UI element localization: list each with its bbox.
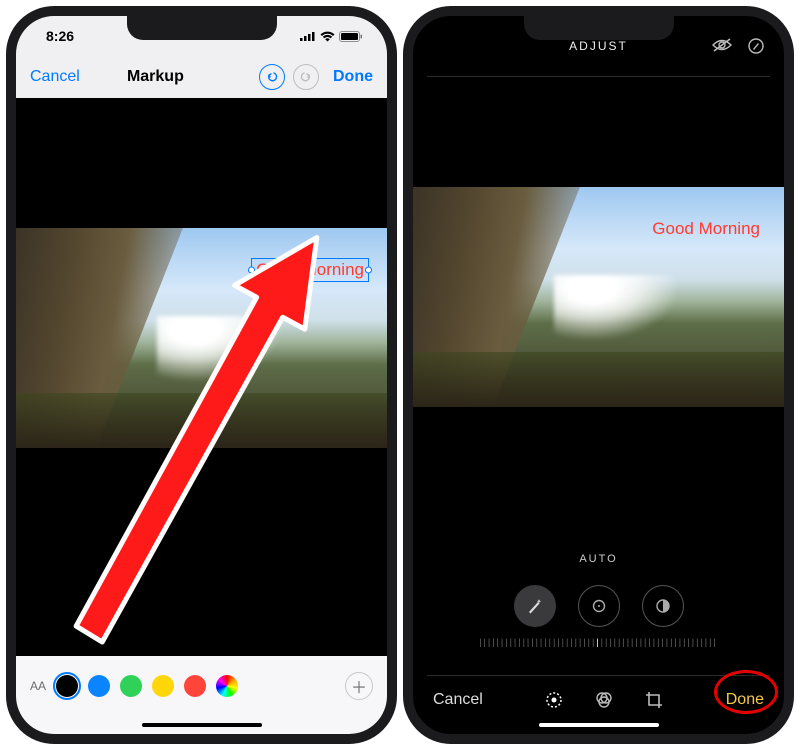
resize-handle-left[interactable] (248, 267, 255, 274)
battery-icon (339, 31, 363, 42)
cellular-icon (300, 31, 316, 41)
color-swatch-red[interactable] (184, 675, 206, 697)
notch (127, 16, 277, 40)
crop-tab-icon[interactable] (644, 690, 664, 710)
auto-label: AUTO (413, 541, 784, 565)
home-indicator (413, 716, 784, 734)
notch (524, 16, 674, 40)
adjust-tab-icon[interactable] (544, 690, 564, 710)
overlay-text: Good Morning (652, 219, 760, 239)
adjust-controls: AUTO |||||||||||||||||||||||||||||||||||… (413, 541, 784, 676)
edit-bottom-bar: Cancel Done (413, 676, 784, 716)
markup-text: Good Morning (256, 260, 364, 279)
adjust-title: ADJUST (569, 39, 628, 53)
markup-pen-icon[interactable] (748, 38, 764, 54)
color-swatch-blue[interactable] (88, 675, 110, 697)
color-picker-button[interactable] (216, 675, 238, 697)
done-button[interactable]: Done (726, 691, 764, 709)
photo-preview: Good Morning (16, 228, 387, 448)
markup-bottom-bar: AA ＋ (16, 656, 387, 716)
markup-canvas[interactable]: Good Morning (16, 98, 387, 656)
photo-foreground (413, 352, 784, 407)
wifi-icon (320, 31, 335, 42)
adjust-slider[interactable]: ||||||||||||||||||||||||||||||||||||||||… (413, 637, 784, 663)
markup-text-box[interactable]: Good Morning (251, 258, 369, 282)
toolbar-title: Markup (60, 68, 251, 86)
status-time: 8:26 (46, 28, 74, 44)
markup-toolbar: Cancel Markup Done (16, 56, 387, 98)
redo-button (293, 64, 319, 90)
home-indicator (16, 716, 387, 734)
color-swatch-green[interactable] (120, 675, 142, 697)
photo-preview: Good Morning (413, 187, 784, 407)
edit-canvas[interactable]: Good Morning (413, 77, 784, 541)
auto-enhance-dial[interactable] (514, 585, 556, 627)
cancel-button[interactable]: Cancel (433, 691, 483, 709)
add-markup-button[interactable]: ＋ (345, 672, 373, 700)
brilliance-dial[interactable] (642, 585, 684, 627)
done-button[interactable]: Done (333, 68, 373, 86)
phone-adjust: ADJUST Good Morning AUTO (403, 6, 794, 744)
phone-markup: 8:26 Cancel Markup Done Good Morning (6, 6, 397, 744)
adjust-dials (413, 565, 784, 637)
visibility-toggle-icon[interactable] (712, 38, 732, 54)
undo-button[interactable] (259, 64, 285, 90)
resize-handle-right[interactable] (365, 267, 372, 274)
exposure-dial[interactable] (578, 585, 620, 627)
color-swatch-yellow[interactable] (152, 675, 174, 697)
status-icons (300, 31, 363, 42)
filters-tab-icon[interactable] (594, 690, 614, 710)
text-style-button[interactable]: AA (30, 679, 46, 693)
photo-foreground (16, 393, 387, 448)
color-swatch-black[interactable] (56, 675, 78, 697)
